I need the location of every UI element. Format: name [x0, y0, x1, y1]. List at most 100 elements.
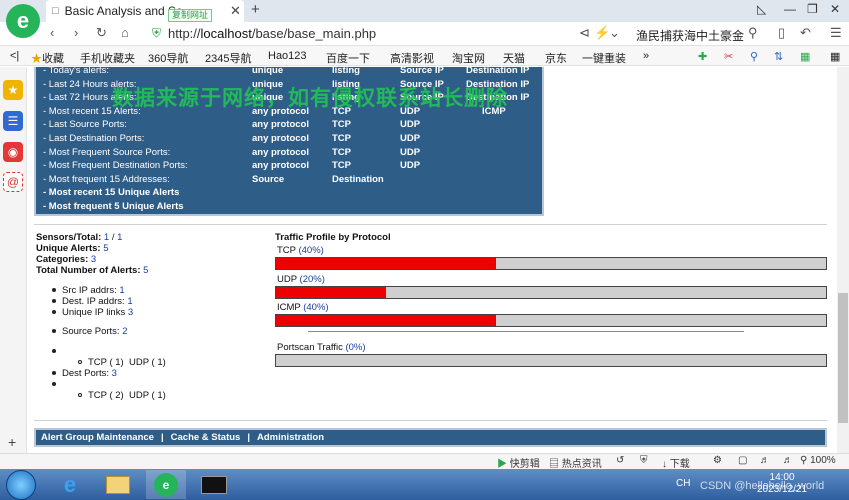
notes-icon[interactable]: ☰ [3, 111, 23, 131]
row-link[interactable]: UDP [400, 119, 420, 130]
bookmark-baidu[interactable]: 百度一下 [326, 50, 370, 66]
system-clock[interactable]: 14:00 2023/12/21 [757, 472, 807, 496]
minimize-icon[interactable]: — [784, 2, 796, 16]
new-tab-icon[interactable]: + [251, 1, 260, 18]
hot-news-button[interactable]: ▤ 热点资讯 [549, 455, 602, 470]
dropdown-icon[interactable]: ⌄ [609, 25, 620, 41]
row-link[interactable]: Destination IP [466, 65, 529, 76]
row-link[interactable]: TCP [332, 147, 351, 158]
file-explorer-icon[interactable] [98, 470, 138, 499]
sensors-total-link[interactable]: 1 [117, 232, 122, 243]
search-suggestion[interactable]: 渔民捕获海中土豪金 [636, 27, 744, 44]
bookmark-2345[interactable]: 2345导航 [205, 50, 251, 66]
speaker-icon[interactable]: ♬ [760, 455, 770, 466]
zoom-level[interactable]: ⚲ 100% [800, 455, 836, 466]
search-icon[interactable]: ⚲ [748, 25, 758, 41]
categories-link[interactable]: 3 [91, 254, 96, 265]
row-link[interactable]: UDP [400, 133, 420, 144]
unique-links-link[interactable]: 3 [128, 307, 133, 318]
scissors-icon[interactable]: ✂ [724, 50, 733, 63]
portscan-pct[interactable]: (0%) [345, 342, 365, 353]
bookmark-favorites[interactable]: ★收藏 [31, 50, 64, 66]
row-link[interactable]: any protocol [252, 160, 309, 171]
row-link[interactable]: unique [252, 65, 283, 76]
scrollbar-thumb[interactable] [838, 293, 848, 423]
shield-status-icon[interactable]: ⛨ [640, 455, 648, 466]
row-link[interactable]: Destination [332, 174, 384, 185]
src-udp-link[interactable]: UDP ( 1) [129, 357, 166, 368]
row-link[interactable]: any protocol [252, 133, 309, 144]
src-tcp-link[interactable]: TCP ( 1) [88, 357, 124, 368]
shirt-icon[interactable]: ◺ [757, 2, 766, 16]
source-ports-link[interactable]: 2 [122, 326, 127, 337]
bookmark-reinstall[interactable]: 一键重装 [582, 50, 626, 66]
row-label[interactable]: - Most frequent 5 Unique Alerts [43, 201, 184, 212]
translate-icon[interactable]: ⇅ [774, 50, 783, 63]
add-icon[interactable]: ✚ [698, 50, 707, 63]
bookmark-tmall[interactable]: 天猫 [503, 50, 525, 66]
phone-icon[interactable]: ▯ [778, 25, 785, 41]
bookmark-mobile[interactable]: 手机收藏夹 [80, 50, 135, 66]
ie-browser-icon[interactable]: e [50, 470, 90, 499]
bookmark-taobao[interactable]: 淘宝网 [452, 50, 485, 66]
row-link[interactable]: TCP [332, 133, 351, 144]
url-field[interactable]: http://localhost/base/base_main.php [168, 26, 376, 41]
row-link[interactable]: UDP [400, 160, 420, 171]
reload-icon[interactable]: ↻ [96, 25, 107, 41]
mail-icon[interactable]: @ [3, 172, 23, 192]
row-link[interactable]: UDP [400, 147, 420, 158]
apps-icon[interactable]: ▦ [800, 50, 810, 63]
unique-alerts-link[interactable]: 5 [103, 243, 108, 254]
extensions-icon[interactable]: ▦ [830, 50, 840, 63]
quick-clip-button[interactable]: ▶ 快剪辑 [497, 455, 540, 470]
dst-udp-link[interactable]: UDP ( 1) [129, 390, 166, 401]
total-alerts-link[interactable]: 5 [143, 265, 148, 276]
bookmark-hao123[interactable]: Hao123 [268, 50, 307, 62]
360-browser-icon[interactable]: e [146, 470, 186, 499]
row-link[interactable]: Source IP [400, 65, 444, 76]
lightning-icon[interactable]: ⚡ [594, 25, 610, 41]
administration-link[interactable]: Administration [257, 432, 324, 443]
download-button[interactable]: ↓ 下载 [662, 455, 690, 470]
home-icon[interactable]: ⌂ [121, 25, 129, 40]
bookmark-jd[interactable]: 京东 [545, 50, 567, 66]
menu-icon[interactable]: ☰ [830, 25, 842, 41]
start-button-icon[interactable] [6, 470, 36, 500]
tab-close-icon[interactable]: ✕ [230, 3, 241, 19]
forward-icon[interactable]: › [74, 25, 78, 40]
terminal-icon[interactable] [194, 470, 234, 499]
sidebar-add-icon[interactable]: + [8, 434, 16, 450]
row-link[interactable]: any protocol [252, 119, 309, 130]
row-label[interactable]: - Most recent 15 Unique Alerts [43, 187, 179, 198]
protocol-pct-link[interactable]: (40%) [298, 245, 323, 256]
dst-ip-link[interactable]: 1 [127, 296, 132, 307]
sync-icon[interactable]: ↺ [616, 455, 624, 466]
protocol-pct-link[interactable]: (40%) [303, 302, 328, 313]
bookmarks-more-icon[interactable]: » [643, 50, 649, 62]
fullscreen-icon[interactable]: ▢ [738, 455, 747, 466]
row-link[interactable]: any protocol [252, 147, 309, 158]
collapse-icon[interactable]: <| [10, 50, 19, 62]
bookmark-360[interactable]: 360导航 [148, 50, 188, 66]
bookmark-movies[interactable]: 高清影视 [390, 50, 434, 66]
row-link[interactable]: Source [252, 174, 284, 185]
cache-status-link[interactable]: Cache & Status [171, 432, 241, 443]
row-link[interactable]: TCP [332, 119, 351, 130]
alert-group-maintenance-link[interactable]: Alert Group Maintenance [41, 432, 154, 443]
protocol-pct-link[interactable]: (20%) [300, 274, 325, 285]
back-icon[interactable]: ‹ [50, 25, 54, 40]
restore-icon[interactable]: ❐ [807, 2, 818, 16]
undo-icon[interactable]: ↶ [800, 25, 811, 41]
share-icon[interactable]: ⊲ [579, 25, 590, 41]
window-close-icon[interactable]: ✕ [830, 2, 840, 16]
dst-tcp-link[interactable]: TCP ( 2) [88, 390, 124, 401]
tools-icon[interactable]: ⚙ [713, 455, 722, 466]
weibo-icon[interactable]: ◉ [3, 142, 23, 162]
tab-active[interactable]: □ Basic Analysis and Se... [46, 0, 244, 22]
row-link[interactable]: listing [332, 65, 360, 76]
dest-ports-link[interactable]: 3 [112, 368, 117, 379]
find-icon[interactable]: ⚲ [750, 50, 758, 63]
star-icon[interactable]: ★ [3, 80, 23, 100]
volume-icon[interactable]: ♬ [783, 455, 793, 466]
src-ip-link[interactable]: 1 [119, 285, 124, 296]
